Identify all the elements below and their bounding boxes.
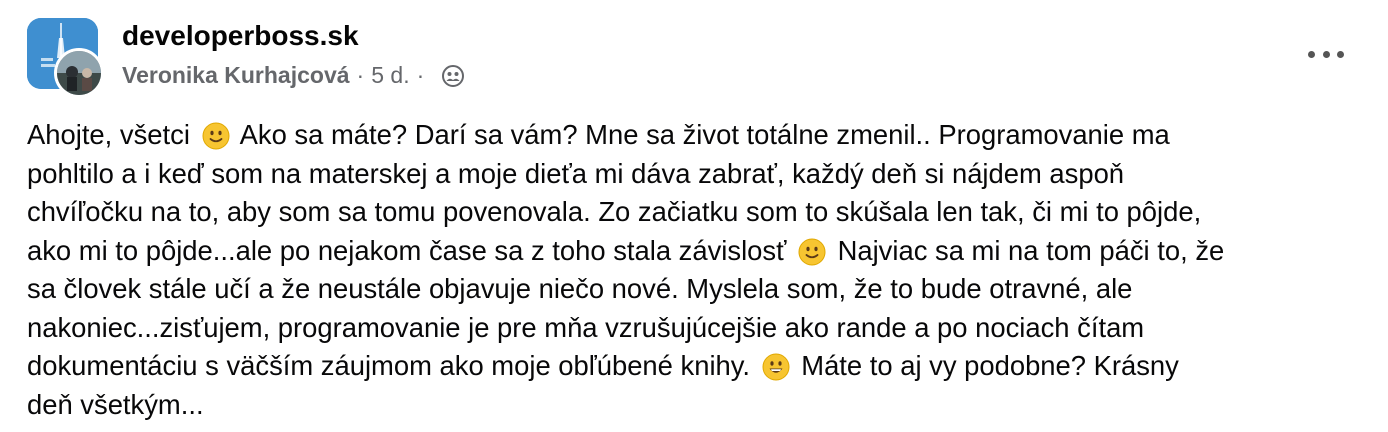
post-text-segment: nakoniec...zisťujem, programovanie je pr… <box>27 311 1145 343</box>
grinning-face-emoji-icon <box>762 353 790 381</box>
post-text-line: nakoniec...zisťujem, programovanie je pr… <box>27 309 1372 348</box>
meta-separator: · <box>416 62 425 88</box>
post-text-line: chvíľočku na to, aby som sa tomu povenov… <box>27 193 1372 232</box>
post-text-line: Ahojte, všetci Ako sa máte? Darí sa vám?… <box>27 116 1372 155</box>
post-text-segment: pohltilo a i keď som na materskej a moje… <box>27 157 1125 189</box>
post-text-segment: sa človek stále učí a že neustále objavu… <box>27 273 1133 304</box>
post-text-segment: dokumentáciu s väčším záujmom ako moje o… <box>27 350 758 381</box>
post-text-segment: Najviac sa mi na tom páči to, že <box>829 234 1225 266</box>
post-text-line: sa človek stále učí a že neustále objavu… <box>27 270 1372 309</box>
smiling-face-emoji-icon <box>202 122 230 150</box>
meta-separator: · <box>356 62 365 88</box>
smiling-face-emoji-icon <box>798 238 826 266</box>
post-text-line: dokumentáciu s väčším záujmom ako moje o… <box>27 347 1372 386</box>
post-text-line: ako mi to pôjde...ale po nejakom čase sa… <box>27 232 1372 271</box>
more-options-icon[interactable] <box>1308 44 1344 64</box>
post-meta: Veronika Kurhajcová · 5 d. · <box>122 62 465 89</box>
author-name-link[interactable]: Veronika Kurhajcová <box>122 62 350 89</box>
post-text-segment: deň všetkým... <box>27 388 204 420</box>
post-text-segment: Ako sa máte? Darí sa vám? Mne sa život t… <box>233 119 1170 150</box>
friends-group-icon[interactable] <box>441 64 465 88</box>
post-text-segment: chvíľočku na to, aby som sa tomu povenov… <box>27 196 1202 227</box>
post-text: Ahojte, všetci Ako sa máte? Darí sa vám?… <box>27 116 1372 424</box>
post-text-segment: Máte to aj vy podobne? Krásny <box>793 350 1179 381</box>
post-text-segment: ako mi to pôjde...ale po nejakom čase sa… <box>27 234 794 266</box>
post-timestamp[interactable]: 5 d. <box>371 62 409 89</box>
post-text-line: deň všetkým... <box>27 386 1372 425</box>
group-name-link[interactable]: developerboss.sk <box>122 20 359 52</box>
author-avatar[interactable] <box>54 48 104 98</box>
post-text-line: pohltilo a i keď som na materskej a moje… <box>27 155 1372 194</box>
post-text-segment: Ahojte, všetci <box>27 119 198 150</box>
author-photo <box>57 51 101 95</box>
